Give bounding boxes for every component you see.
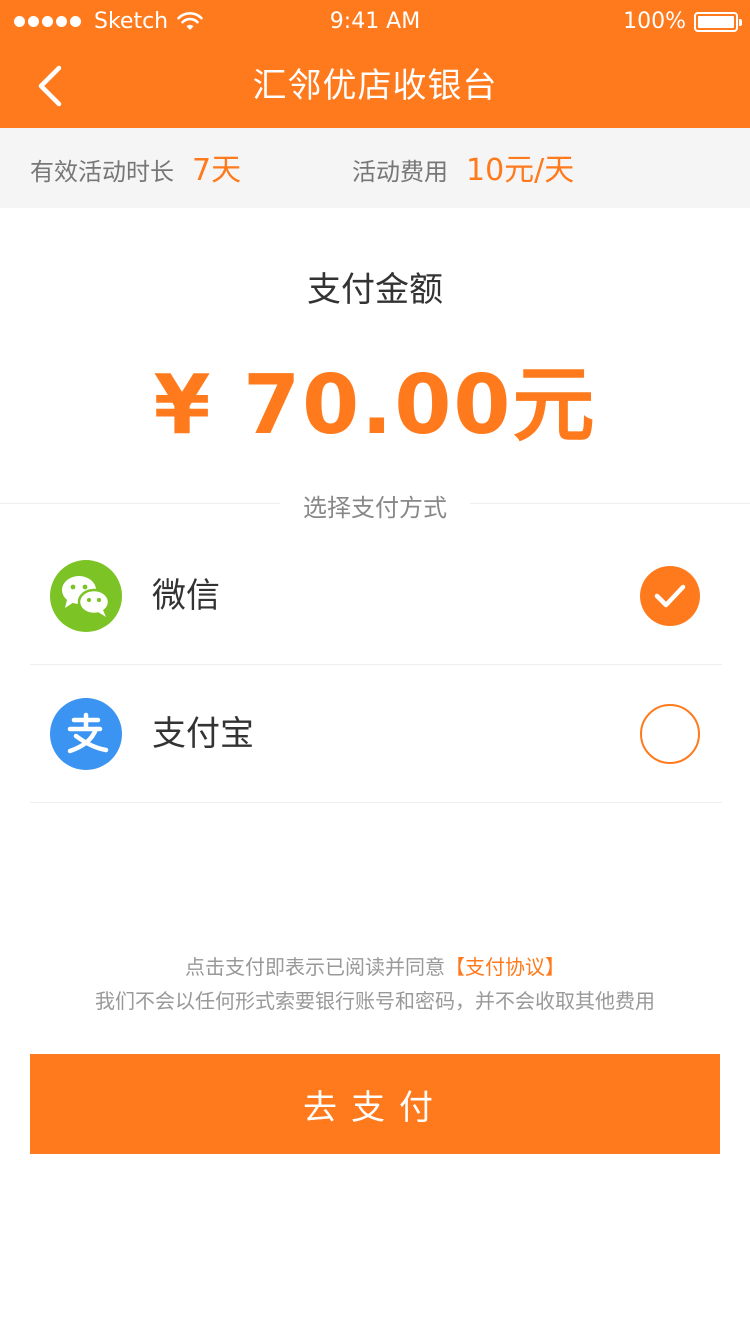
header: Sketch 9:41 AM 100% 汇邻优店收银台 [0,0,750,128]
status-right: 100% [623,9,742,34]
activity-fee: 活动费用 10元/天 [352,128,574,208]
amount-label: 支付金额 [307,270,443,310]
fee-value: 10元/天 [466,153,575,188]
page-title: 汇邻优店收银台 [252,66,498,106]
agreement-text: 点击支付即表示已阅读并同意 [185,955,445,979]
activity-duration: 有效活动时长 7天 [30,128,241,208]
payment-agreement-link[interactable]: 【支付协议】 [445,955,565,979]
duration-label: 有效活动时长 [30,158,174,186]
alipay-icon [50,698,122,770]
fee-label: 活动费用 [352,158,448,186]
pay-button[interactable]: 去支付 [30,1054,720,1154]
alipay-label: 支付宝 [152,714,254,754]
alipay-radio-unchecked[interactable] [640,704,700,764]
wechat-radio-checked[interactable] [640,566,700,626]
nav-bar: 汇邻优店收银台 [0,44,750,128]
amount-value: ¥ 70.00元 [153,358,597,453]
security-note: 我们不会以任何形式索要银行账号和密码，并不会收取其他费用 [95,989,655,1013]
wechat-icon [50,560,122,632]
payment-option-wechat[interactable]: 微信 [30,527,722,665]
agreement-notice: 点击支付即表示已阅读并同意【支付协议】 我们不会以任何形式索要银行账号和密码，并… [0,950,750,1018]
status-bar: Sketch 9:41 AM 100% [0,0,750,44]
wechat-label: 微信 [152,576,220,616]
payment-method-title: 选择支付方式 [303,494,447,522]
activity-info-bar: 有效活动时长 7天 活动费用 10元/天 [0,128,750,208]
battery-percentage: 100% [623,9,686,34]
checkout-page: Sketch 9:41 AM 100% 汇邻优店收银台 有效活动时长 7天 活动… [0,0,750,1334]
check-icon [654,584,686,608]
payment-option-alipay[interactable]: 支付宝 [30,665,722,803]
agreement-line: 点击支付即表示已阅读并同意【支付协议】 [0,950,750,984]
duration-value: 7天 [192,153,242,188]
divider-line-right [470,503,750,504]
battery-icon [694,11,742,32]
payment-method-divider: 选择支付方式 [0,484,750,524]
